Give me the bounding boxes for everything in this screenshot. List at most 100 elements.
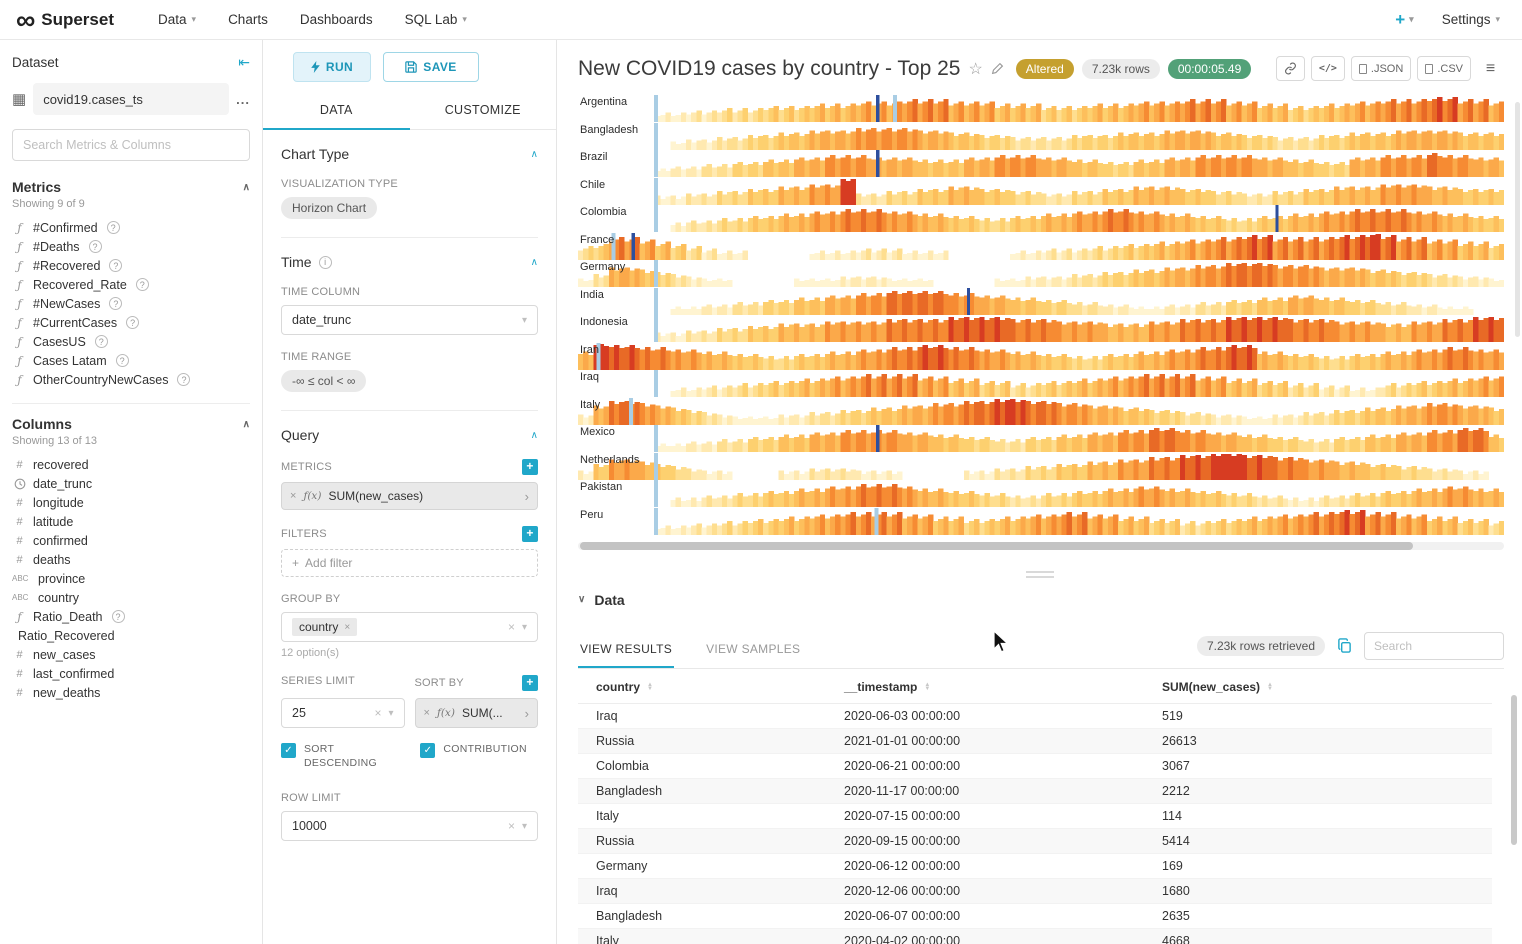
horizon-band[interactable] (578, 95, 1504, 122)
clear-icon[interactable]: × (508, 620, 515, 634)
panel-resize-handle[interactable] (1026, 571, 1054, 578)
viz-type-value[interactable]: Horizon Chart (281, 197, 377, 219)
sort-icon[interactable]: ▲▼ (1267, 683, 1273, 692)
dataset-name[interactable]: covid19.cases_ts (33, 83, 229, 115)
column-item[interactable]: #deaths (12, 550, 250, 569)
horizon-band[interactable] (578, 233, 1504, 260)
clear-icon[interactable]: × (374, 706, 381, 720)
group-by-select[interactable]: country × × ▾ (281, 612, 538, 642)
horizon-band[interactable] (578, 508, 1504, 535)
remove-metric-icon[interactable]: × (290, 490, 296, 502)
group-by-tag[interactable]: country × (292, 618, 357, 636)
time-column-select[interactable]: date_trunc ▾ (281, 305, 538, 335)
metric-item[interactable]: ƒ#Confirmed? (12, 218, 250, 237)
metric-item[interactable]: ƒRecovered_Rate? (12, 275, 250, 294)
sort-icon[interactable]: ▲▼ (924, 683, 930, 692)
horizon-band[interactable] (578, 370, 1504, 397)
add-filter-button[interactable]: + (522, 526, 538, 542)
row-limit-select[interactable]: 10000 × ▾ (281, 811, 538, 841)
chevron-up-icon[interactable]: ∧ (531, 149, 538, 160)
horizon-band[interactable] (578, 480, 1504, 507)
horizon-band[interactable] (578, 315, 1504, 342)
results-search[interactable] (1364, 632, 1504, 660)
chevron-up-icon[interactable]: ∧ (531, 430, 538, 441)
column-item[interactable]: ƒRatio_Death? (12, 607, 250, 626)
horizon-band[interactable] (578, 123, 1504, 150)
clear-icon[interactable]: × (508, 819, 515, 833)
scrollbar-thumb[interactable] (580, 542, 1413, 550)
favorite-star-icon[interactable]: ☆ (968, 59, 982, 79)
collapse-panel-icon[interactable]: ⇤ (238, 54, 250, 71)
horizon-band[interactable] (578, 398, 1504, 425)
metric-item[interactable]: ƒOtherCountryNewCases? (12, 370, 250, 389)
metric-pill[interactable]: × ƒ(x) SUM(new_cases) › (281, 482, 538, 510)
column-item[interactable]: ABCprovince (12, 569, 250, 588)
horizon-chart[interactable]: ArgentinaBangladeshBrazilChileColombiaFr… (578, 95, 1504, 535)
column-item[interactable]: #longitude (12, 493, 250, 512)
search-input[interactable] (23, 138, 239, 152)
column-item[interactable]: Ratio_Recovered (12, 626, 250, 645)
remove-tag-icon[interactable]: × (344, 622, 350, 633)
chevron-up-icon[interactable]: ∧ (243, 419, 250, 430)
superset-logo-icon[interactable]: ∞ (16, 5, 35, 35)
export-csv-button[interactable]: .CSV (1417, 56, 1471, 81)
chevron-down-icon[interactable]: ∨ (578, 594, 585, 605)
nav-item-data[interactable]: Data▾ (158, 12, 196, 27)
column-item[interactable]: date_trunc (12, 474, 250, 493)
horizon-band[interactable] (578, 288, 1504, 315)
add-sort-button[interactable]: + (522, 675, 538, 691)
nav-item-dashboards[interactable]: Dashboards (300, 12, 373, 27)
tab-view-samples[interactable]: VIEW SAMPLES (704, 633, 802, 667)
add-metric-button[interactable]: + (522, 459, 538, 475)
horizon-band[interactable] (578, 343, 1504, 370)
chart-vertical-scrollbar[interactable] (1515, 102, 1520, 337)
settings-menu[interactable]: Settings▾ (1442, 12, 1500, 27)
tab-data[interactable]: DATA (263, 92, 410, 129)
dataset-more-button[interactable]: ... (236, 92, 250, 107)
horizon-band[interactable] (578, 260, 1504, 287)
copy-button[interactable] (1337, 638, 1352, 653)
chart-horizontal-scrollbar[interactable] (578, 542, 1504, 550)
sort-descending-checkbox[interactable]: ✓ (281, 743, 296, 758)
table-vertical-scrollbar[interactable] (1511, 695, 1517, 845)
column-header-timestamp[interactable]: __timestamp▲▼ (826, 669, 1144, 704)
horizon-band[interactable] (578, 453, 1504, 480)
nav-item-sql-lab[interactable]: SQL Lab▾ (405, 12, 467, 27)
column-item[interactable]: #last_confirmed (12, 664, 250, 683)
column-header-sum-new-cases[interactable]: SUM(new_cases)▲▼ (1144, 669, 1492, 704)
expand-metric-icon[interactable]: › (525, 489, 529, 504)
contribution-checkbox[interactable]: ✓ (420, 743, 435, 758)
new-item-button[interactable]: +▾ (1395, 10, 1413, 30)
results-search-input[interactable] (1374, 639, 1494, 653)
metric-item[interactable]: ƒ#CurrentCases? (12, 313, 250, 332)
embed-code-button[interactable]: </> (1311, 56, 1345, 81)
run-button[interactable]: RUN (293, 52, 371, 82)
edit-title-icon[interactable] (991, 62, 1004, 75)
altered-badge[interactable]: Altered (1016, 59, 1074, 79)
export-json-button[interactable]: .JSON (1351, 56, 1411, 81)
sort-icon[interactable]: ▲▼ (647, 683, 653, 692)
save-button[interactable]: SAVE (383, 52, 479, 82)
nav-item-charts[interactable]: Charts (228, 12, 268, 27)
tab-customize[interactable]: CUSTOMIZE (410, 92, 557, 129)
metric-item[interactable]: ƒ#Deaths? (12, 237, 250, 256)
horizon-band[interactable] (578, 150, 1504, 177)
metric-item[interactable]: ƒCases Latam? (12, 351, 250, 370)
share-link-button[interactable] (1276, 56, 1305, 81)
column-item[interactable]: #recovered (12, 455, 250, 474)
horizon-band[interactable] (578, 178, 1504, 205)
column-item[interactable]: #latitude (12, 512, 250, 531)
time-range-value[interactable]: -∞ ≤ col < ∞ (281, 370, 366, 392)
chart-menu-button[interactable]: ≡ (1477, 56, 1504, 81)
column-item[interactable]: #new_deaths (12, 683, 250, 702)
column-header-country[interactable]: country▲▼ (578, 669, 826, 704)
chevron-up-icon[interactable]: ∧ (531, 257, 538, 268)
horizon-band[interactable] (578, 425, 1504, 452)
column-item[interactable]: #new_cases (12, 645, 250, 664)
metric-item[interactable]: ƒCasesUS? (12, 332, 250, 351)
series-limit-select[interactable]: 25 × ▾ (281, 698, 405, 728)
brand-name[interactable]: Superset (41, 10, 114, 30)
metric-item[interactable]: ƒ#NewCases? (12, 294, 250, 313)
metric-item[interactable]: ƒ#Recovered? (12, 256, 250, 275)
add-filter-dropzone[interactable]: + Add filter (281, 549, 538, 577)
